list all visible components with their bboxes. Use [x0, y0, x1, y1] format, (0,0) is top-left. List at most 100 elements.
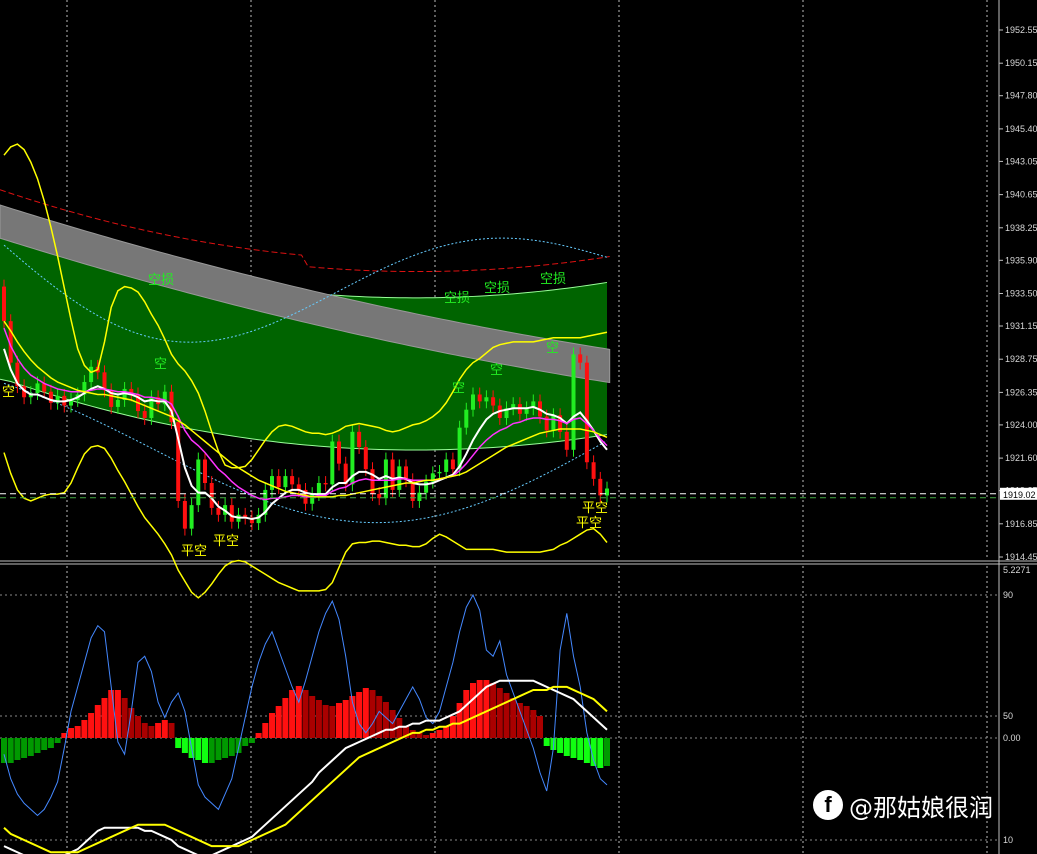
price-series-line — [3, 444, 608, 599]
candle-body — [337, 441, 341, 464]
histogram-bar — [369, 690, 376, 738]
current-price-label: 1919.02 — [1003, 490, 1036, 500]
candle-body — [196, 459, 201, 506]
candle-body — [484, 397, 489, 402]
axis-tick-label: 1924.00 — [1005, 420, 1037, 430]
signal-label: 空损 — [444, 291, 470, 306]
signal-label: 平空 — [213, 534, 239, 549]
histogram-bar — [322, 705, 329, 738]
candle-body — [35, 383, 40, 394]
histogram-bar — [503, 693, 510, 738]
signal-label: 空 — [452, 381, 465, 396]
candle-body — [115, 400, 120, 407]
axis-tick-label: 1921.60 — [1005, 453, 1037, 463]
histogram-bar — [114, 690, 121, 738]
candle-body — [598, 478, 603, 496]
signal-label: 空损 — [540, 272, 566, 287]
candle-body — [584, 362, 589, 463]
candle-body — [189, 505, 194, 529]
histogram-bar — [68, 728, 74, 738]
histogram-bar — [356, 692, 363, 738]
candle-body — [477, 394, 482, 402]
osc-axis-label: 50 — [1003, 711, 1013, 721]
histogram-bar — [27, 738, 34, 756]
histogram-bar — [168, 723, 175, 738]
candle-body — [276, 476, 281, 488]
histogram-bar — [449, 716, 456, 738]
histogram-bar — [342, 700, 349, 738]
histogram-bar — [436, 730, 443, 738]
histogram-bar — [202, 738, 208, 763]
histogram-bar — [523, 706, 530, 738]
candle-body — [357, 431, 362, 448]
candle-body — [437, 471, 442, 474]
histogram-bar — [543, 738, 550, 746]
histogram-bar — [175, 738, 182, 748]
histogram-bar — [1, 738, 7, 763]
histogram-bar — [47, 738, 54, 748]
axis-tick-label: 1940.65 — [1005, 190, 1037, 200]
histogram-bar — [496, 688, 503, 738]
histogram-bar — [155, 723, 162, 738]
candle-body — [591, 462, 596, 479]
candle-body — [182, 500, 187, 529]
chart-canvas: 空空损空平空平空空损空损空损空空空平空平空 1952.551950.151947… — [0, 0, 1037, 854]
axis-tick-label: 1943.05 — [1005, 156, 1037, 166]
histogram-bar — [563, 738, 570, 756]
signal-label: 空损 — [484, 281, 510, 296]
candle-body — [323, 482, 328, 485]
axis-tick-label: 1914.45 — [1005, 552, 1037, 562]
axis-tick-label: 1931.15 — [1005, 321, 1037, 331]
candle-body — [216, 507, 221, 515]
axis-tick-label: 1926.35 — [1005, 387, 1037, 397]
histogram-bar — [490, 683, 497, 738]
axis-tick-label: 1928.75 — [1005, 354, 1037, 364]
candle-body — [491, 397, 496, 406]
axis-tick-label: 1952.55 — [1005, 25, 1037, 35]
histogram-bar — [537, 716, 543, 738]
histogram-bar — [262, 723, 269, 738]
histogram-bar — [443, 726, 450, 738]
histogram-bar — [248, 738, 255, 743]
signal-label: 空 — [2, 385, 15, 400]
watermark-text: @那姑娘很润 — [849, 793, 993, 822]
histogram-bar — [181, 738, 188, 753]
candle-body — [605, 488, 609, 496]
histogram-bar — [336, 703, 342, 738]
candle-body — [471, 394, 475, 410]
histogram-bar — [242, 738, 249, 746]
histogram-bar — [195, 738, 202, 760]
candle-body — [551, 415, 556, 431]
histogram-bar — [148, 726, 155, 738]
axis-tick-label: 1950.15 — [1005, 58, 1037, 68]
candle-body — [330, 441, 335, 485]
histogram-bar — [275, 706, 282, 738]
histogram-bar — [255, 733, 262, 738]
signal-label: 平空 — [181, 544, 207, 559]
histogram-bar — [121, 698, 128, 738]
histogram-bar — [557, 738, 564, 753]
axis-tick-label: 1935.90 — [1005, 255, 1037, 265]
histogram-bar — [228, 738, 235, 756]
signal-label: 平空 — [582, 501, 608, 516]
candle-body — [2, 286, 6, 322]
histogram-bar — [476, 680, 483, 738]
candle-body — [142, 411, 147, 418]
signal-label: 平空 — [576, 516, 602, 531]
histogram-bar — [74, 726, 81, 738]
histogram-bar — [463, 690, 470, 738]
signal-label: 空 — [546, 341, 559, 356]
watermark: f @那姑娘很润 — [813, 785, 1037, 825]
candle-body — [464, 409, 469, 428]
histogram-bar — [329, 706, 336, 738]
histogram-bar — [510, 698, 517, 738]
histogram-bar — [108, 690, 115, 738]
histogram-bar — [101, 698, 108, 738]
histogram-bar — [215, 738, 222, 760]
histogram-bar — [570, 738, 577, 758]
axis-tick-label: 1945.40 — [1005, 124, 1037, 134]
osc-axis-label: 10 — [1003, 835, 1013, 845]
candle-body — [363, 447, 368, 470]
candle-body — [578, 354, 583, 363]
candle-body — [444, 459, 449, 472]
